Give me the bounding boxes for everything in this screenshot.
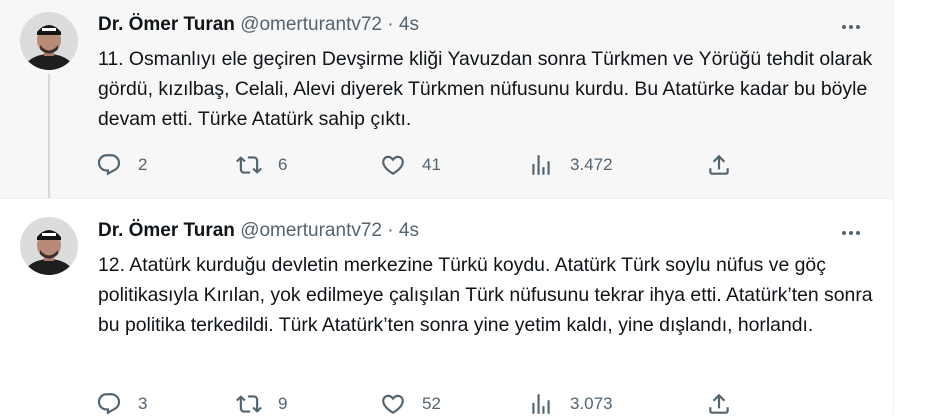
retweet-count: 6 [278,155,288,174]
share-icon [709,393,729,414]
action-bar: 3 9 52 3.073 [96,389,746,419]
author-handle[interactable]: @omerturantv72 [240,220,382,241]
column-divider [893,0,894,414]
avatar[interactable] [20,217,78,275]
views-icon [532,394,550,414]
like-button[interactable]: 41 [380,150,441,180]
share-button[interactable] [706,150,732,180]
timestamp[interactable]: 4s [399,14,419,35]
separator: · [387,14,394,35]
like-count: 52 [422,394,441,413]
like-button[interactable]: 52 [380,389,441,419]
action-bar: 2 6 41 3.472 [96,150,746,180]
views-button[interactable]: 3.073 [528,389,613,419]
reply-icon [97,154,121,176]
timeline: Dr. Ömer Turan @omerturantv72 · 4s 11. O… [0,0,893,415]
like-count: 41 [422,155,441,174]
retweet-count: 9 [278,394,288,413]
retweet-button[interactable]: 6 [236,150,287,180]
author-name[interactable]: Dr. Ömer Turan [98,14,235,35]
retweet-icon [236,395,262,413]
views-count: 3.073 [570,394,613,413]
views-button[interactable]: 3.472 [528,150,613,180]
share-button[interactable] [706,389,732,419]
tweet-header: Dr. Ömer Turan @omerturantv72 · 4s [98,13,419,37]
tweet[interactable]: Dr. Ömer Turan @omerturantv72 · 4s 12. A… [0,198,893,415]
author-handle[interactable]: @omerturantv72 [240,14,382,35]
more-icon[interactable] [842,18,866,29]
reply-count: 3 [138,394,148,413]
heart-icon [382,394,404,414]
views-count: 3.472 [570,155,613,174]
heart-icon [382,155,404,175]
views-icon [532,155,550,175]
tweet-header: Dr. Ömer Turan @omerturantv72 · 4s [98,219,419,243]
retweet-button[interactable]: 9 [236,389,287,419]
tweet-text: 11. Osmanlıyı ele geçiren Devşirme kliği… [98,48,873,130]
reply-button[interactable]: 2 [96,150,147,180]
timestamp[interactable]: 4s [399,220,419,241]
reply-count: 2 [138,155,148,174]
more-icon[interactable] [842,224,866,235]
tweet-text: 12. Atatürk kurduğu devletin merkezine T… [98,254,873,336]
share-icon [709,154,729,175]
avatar[interactable] [20,12,78,70]
thread-connector-line [48,74,50,200]
separator: · [387,220,394,241]
reply-icon [97,393,121,415]
reply-button[interactable]: 3 [96,389,147,419]
author-name[interactable]: Dr. Ömer Turan [98,220,235,241]
tweet[interactable]: Dr. Ömer Turan @omerturantv72 · 4s 11. O… [0,0,893,200]
retweet-icon [236,156,262,174]
